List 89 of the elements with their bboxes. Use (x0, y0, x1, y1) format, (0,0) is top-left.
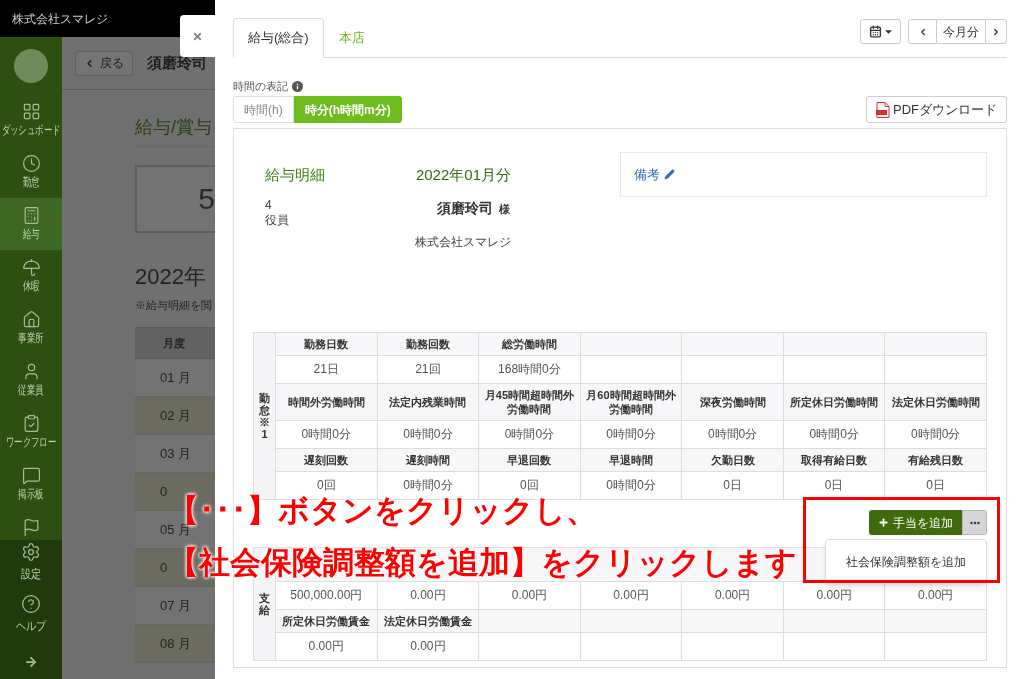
avatar-icon[interactable] (14, 48, 48, 83)
remarks-link[interactable]: 備考 (634, 164, 675, 185)
table-cell: 0.00円 (377, 633, 480, 661)
column-header: 早退回数 (479, 449, 581, 472)
menu-item[interactable]: 社会保険調整額を追加 (842, 552, 970, 571)
note-text: ※給与明細を閲 (135, 298, 213, 312)
column-header: 法定内残業時間 (377, 384, 480, 421)
next-button[interactable] (985, 19, 1007, 44)
pencil-icon (664, 169, 675, 180)
column-header: 有給残日数 (885, 449, 987, 472)
table-cell: 21日 (276, 356, 378, 384)
honorific: 様 (499, 202, 510, 217)
table-cell: 0時間0分 (479, 421, 581, 449)
employee-position: 役員 (265, 213, 289, 228)
column-header: 所定休日労働時間 (783, 384, 886, 421)
column-header: 遅刻回数 (276, 449, 378, 472)
document-icon (876, 101, 890, 118)
table-cell: 02 月 (135, 397, 215, 435)
table-cell: 0時間0分 (682, 421, 784, 449)
grid-icon (21, 102, 41, 121)
slip-period: 2022年01月分 (415, 165, 511, 185)
period-button[interactable]: 今月分 (937, 19, 985, 44)
column-header: 勤務回数 (377, 333, 480, 356)
table-cell: 0時間0分 (580, 472, 683, 500)
column-header: 欠勤日数 (682, 449, 784, 472)
chat-icon (21, 466, 41, 485)
caret-icon (885, 29, 892, 34)
table-cell: 0時間0分 (783, 421, 886, 449)
table-cell: 0.00円 (580, 582, 683, 610)
back-button[interactable]: 戻る (75, 50, 133, 76)
table-cell: 500,000.00円 (276, 582, 378, 610)
column-header: 総労働時間 (479, 333, 581, 356)
field-label: 時間の表記 (233, 79, 288, 93)
table-cell: 08 月 (135, 625, 215, 663)
table-cell: 0日 (682, 472, 784, 500)
calendar-icon (869, 25, 882, 38)
sidebar-item[interactable]: 設定 (0, 540, 62, 592)
settings-icon (21, 542, 41, 562)
column-header: 深夜労働時間 (682, 384, 784, 421)
column-header: 法定休日労働賃金 (377, 610, 480, 633)
tab[interactable]: 給与(総合) (233, 18, 324, 58)
column-header: 所定休日労働賃金 (276, 610, 378, 633)
column-header: 月度 (135, 327, 215, 359)
add-allowance-button[interactable]: 手当を追加 (869, 510, 962, 535)
chevron-left-icon (84, 57, 95, 69)
more-button[interactable] (962, 510, 987, 535)
table-cell: 0日 (783, 472, 886, 500)
chevron-right-icon (991, 26, 1001, 37)
table-cell: 0.00円 (479, 582, 581, 610)
column-header: 時間外労働時間 (276, 384, 378, 421)
house-icon (21, 310, 41, 329)
company-name: 株式会社スマレジ (415, 235, 511, 250)
column-header: 取得有給日数 (783, 449, 886, 472)
year-title: 2022年 (135, 263, 207, 290)
table-cell: 168時間0分 (479, 356, 581, 384)
clock-icon (21, 154, 41, 173)
close-button[interactable] (180, 15, 215, 57)
table-cell: 0.00円 (783, 582, 886, 610)
table-cell: 0時間0分 (885, 421, 987, 449)
company-name: 株式会社スマレジ (12, 10, 108, 28)
employee-name: 須磨玲司 (437, 199, 493, 218)
sidebar-item[interactable]: 給与 (0, 198, 62, 250)
calendar-dropdown-button[interactable] (860, 19, 901, 44)
column-header: 勤務日数 (276, 333, 378, 356)
table-cell: 0時間0分 (276, 421, 378, 449)
pdf-download-button[interactable]: PDFダウンロード (866, 96, 1007, 123)
table-cell: 21回 (377, 356, 480, 384)
plus-icon (878, 517, 889, 528)
info-icon (292, 80, 303, 92)
column-header: 遅刻時間 (377, 449, 480, 472)
umbrella-icon (21, 258, 41, 277)
toggle-option[interactable]: 時間(h) (233, 96, 294, 123)
column-header: 早退時間 (580, 449, 683, 472)
column-header: 月60時間超時間外労働時間 (580, 384, 683, 421)
table-cell: 0.00円 (682, 582, 784, 610)
table-cell: 0.00円 (276, 633, 378, 661)
table-cell: 0時間0分 (580, 421, 683, 449)
section-title: 給与/賞与 (135, 116, 213, 139)
help-icon (21, 594, 41, 614)
table-cell: 0.00円 (377, 582, 480, 610)
table-cell: 0時間0分 (377, 421, 480, 449)
slip-title: 給与明細 (265, 165, 325, 185)
employee-number: 4 (265, 198, 273, 213)
close-icon (192, 30, 203, 42)
table-cell: 0.00円 (885, 582, 987, 610)
column-header: 法定休日労働時間 (885, 384, 987, 421)
summary-value: 5 (198, 182, 215, 216)
column-header: 月45時間超時間外労働時間 (479, 384, 581, 421)
sidebar-item[interactable]: ヘルプ (0, 592, 62, 644)
